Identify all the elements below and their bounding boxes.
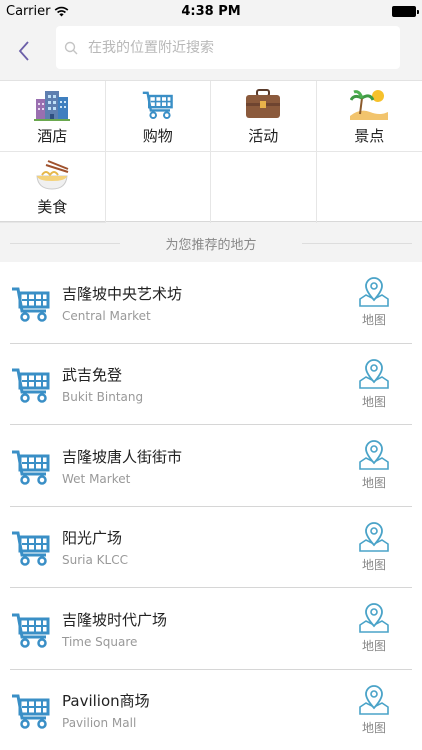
place-text: 武吉免登 Bukit Bintang: [62, 364, 143, 404]
search-box[interactable]: [56, 26, 400, 69]
place-subtitle: Suria KLCC: [62, 553, 128, 568]
briefcase-icon: [243, 87, 283, 121]
place-text: 吉隆坡时代广场 Time Square: [62, 609, 167, 649]
shopping-cart-icon: [12, 368, 50, 403]
shopping-cart-icon: [12, 450, 50, 485]
place-name: 武吉免登: [62, 366, 123, 385]
category-scenic[interactable]: 景点: [316, 81, 422, 152]
map-button[interactable]: 地图: [356, 684, 392, 736]
place-name: 吉隆坡唐人街街市: [62, 447, 183, 466]
recommend-title: 为您推荐的地方: [165, 237, 257, 253]
category-empty: [211, 152, 317, 223]
category-empty: [106, 152, 211, 223]
back-button[interactable]: [0, 27, 48, 75]
place-text: Pavilion商场 Pavilion Mall: [62, 690, 150, 730]
place-list-item[interactable]: Pavilion商场 Pavilion Mall 地图: [0, 670, 422, 750]
map-pin-icon: [359, 440, 389, 471]
battery-icon: [392, 5, 419, 17]
place-name: Pavilion商场: [62, 692, 150, 711]
map-button[interactable]: 地图: [356, 603, 392, 654]
map-button[interactable]: 地图: [356, 521, 392, 573]
place-text: 吉隆坡中央艺术坊 Central Market: [62, 283, 182, 323]
status-bar: Carrier 4:38 PM: [0, 0, 422, 22]
place-subtitle: Central Market: [62, 308, 151, 323]
map-pin-icon: [359, 277, 389, 308]
category-label: 酒店: [37, 126, 68, 145]
shopping-cart-icon: [12, 531, 50, 566]
shopping-cart-icon: [12, 694, 50, 729]
place-subtitle: Bukit Bintang: [62, 390, 144, 405]
category-label: 活动: [248, 126, 279, 145]
place-text: 阳光广场 Suria KLCC: [62, 527, 128, 567]
place-name: 阳光广场: [62, 529, 123, 548]
place-list-item[interactable]: 吉隆坡时代广场 Time Square 地图: [0, 588, 422, 670]
map-pin-icon: [359, 603, 389, 634]
noodles-icon: [32, 158, 72, 192]
category-food[interactable]: 美食: [0, 152, 106, 223]
category-activity[interactable]: 活动: [211, 81, 317, 152]
map-pin-icon: [359, 684, 389, 715]
category-hotel[interactable]: 酒店: [0, 81, 106, 152]
place-list-item[interactable]: 阳光广场 Suria KLCC 地图: [0, 507, 422, 589]
search-icon: [64, 41, 78, 54]
place-name: 吉隆坡中央艺术坊: [62, 284, 183, 303]
hotel-icon: [32, 87, 72, 121]
place-subtitle: Time Square: [62, 634, 138, 649]
category-label: 购物: [142, 126, 173, 145]
shopping-cart-icon: [12, 287, 50, 322]
category-grid: 酒店 购物 活动 景点 美食: [0, 80, 422, 223]
map-label: 地图: [361, 720, 386, 735]
category-shopping[interactable]: 购物: [105, 81, 211, 152]
status-left: Carrier: [6, 4, 69, 19]
divider: [302, 243, 412, 244]
category-label: 美食: [37, 197, 68, 216]
map-button[interactable]: 地图: [356, 277, 392, 328]
wifi-icon: [55, 6, 69, 16]
search-input[interactable]: [88, 39, 368, 56]
place-subtitle: Wet Market: [62, 471, 131, 486]
category-empty: [317, 152, 422, 223]
shopping-cart-icon: [138, 87, 178, 121]
map-label: 地图: [361, 639, 386, 654]
map-label: 地图: [361, 313, 386, 328]
carrier-label: Carrier: [6, 3, 51, 19]
place-list-item[interactable]: 武吉免登 Bukit Bintang 地图: [0, 344, 422, 426]
recommend-header: 为您推荐的地方: [0, 224, 422, 262]
search-header: [0, 22, 422, 80]
place-name: 吉隆坡时代广场: [62, 610, 168, 629]
map-label: 地图: [361, 557, 386, 572]
map-pin-icon: [359, 358, 389, 389]
place-subtitle: Pavilion Mall: [62, 716, 137, 731]
map-button[interactable]: 地图: [356, 358, 392, 410]
place-list-item[interactable]: 吉隆坡中央艺术坊 Central Market 地图: [0, 262, 422, 344]
beach-icon: [349, 87, 389, 121]
place-list-item[interactable]: 吉隆坡唐人街街市 Wet Market 地图: [0, 425, 422, 507]
place-text: 吉隆坡唐人街街市 Wet Market: [62, 446, 182, 486]
chevron-left-icon: [18, 41, 29, 61]
places-list: 吉隆坡中央艺术坊 Central Market 地图 武吉免登 Bukit Bi…: [0, 262, 422, 750]
map-label: 地图: [361, 476, 386, 491]
category-label: 景点: [354, 126, 385, 145]
shopping-cart-icon: [12, 613, 50, 648]
map-button[interactable]: 地图: [356, 440, 392, 491]
map-pin-icon: [359, 521, 389, 552]
divider: [10, 243, 120, 244]
map-label: 地图: [361, 394, 386, 409]
